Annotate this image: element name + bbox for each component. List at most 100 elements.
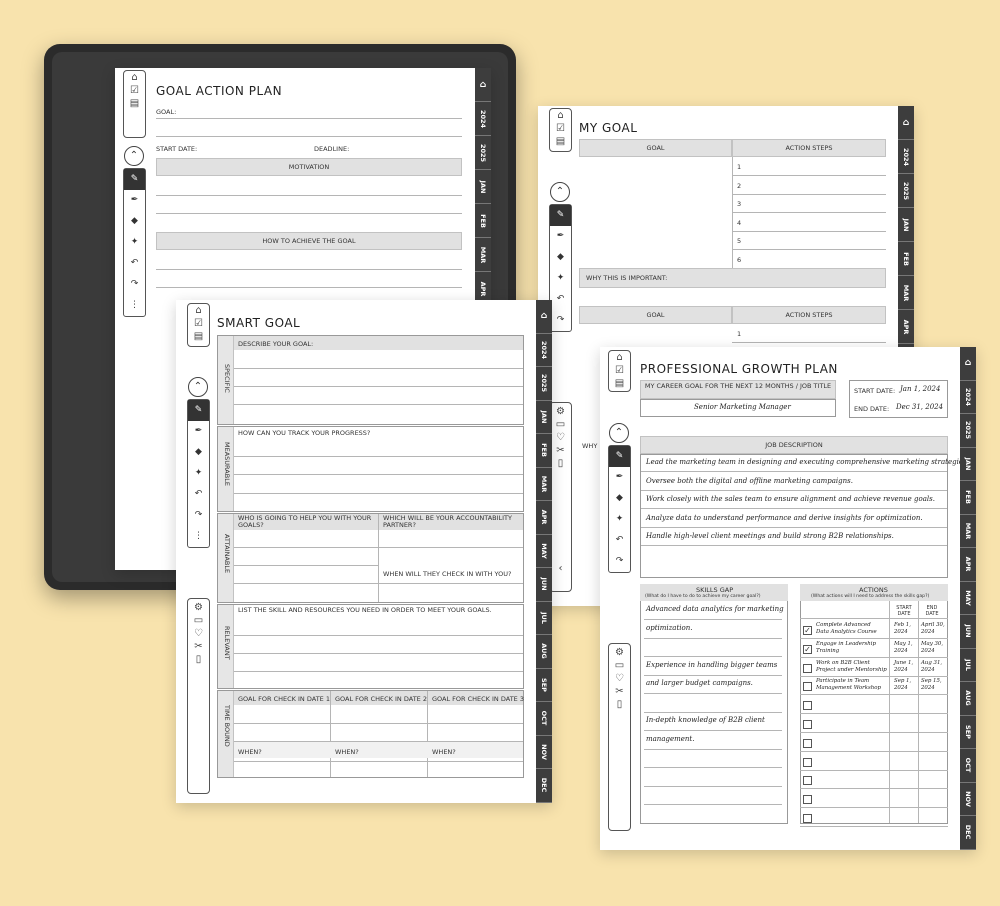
tab-oct[interactable]: OCT — [536, 702, 552, 736]
tab-jan[interactable]: JAN — [536, 401, 552, 434]
clipboard-icon[interactable]: ▤ — [124, 97, 145, 110]
undo-icon[interactable]: ↶ — [609, 530, 630, 551]
checkbox-icon[interactable]: ☑ — [609, 364, 630, 377]
collapse-toolbar-button[interactable]: ⌃ — [188, 377, 208, 397]
action-checkbox[interactable] — [803, 701, 812, 711]
tab-feb[interactable]: FEB — [536, 434, 552, 468]
tab-mar[interactable]: MAR — [960, 515, 976, 548]
more-icon[interactable]: ⋮ — [124, 295, 145, 316]
pen-tool-icon[interactable]: ✎ — [550, 205, 571, 226]
folder-icon[interactable]: ▭ — [550, 418, 571, 431]
marker-tool-icon[interactable]: ✒ — [124, 190, 145, 211]
settings-icon[interactable]: ⚙ — [550, 405, 571, 418]
checkbox-icon[interactable]: ☑ — [188, 317, 209, 330]
tab-feb[interactable]: FEB — [475, 204, 491, 238]
action-checkbox[interactable] — [803, 720, 812, 729]
marker-tool-icon[interactable]: ✒ — [188, 421, 209, 442]
tab-2024[interactable]: 2024 — [475, 102, 491, 136]
collapse-toolbar-button[interactable]: ⌃ — [550, 182, 570, 202]
tab-jun[interactable]: JUN — [960, 615, 976, 649]
action-checkbox[interactable] — [803, 757, 812, 767]
tab-may[interactable]: MAY — [536, 535, 552, 568]
tab-oct[interactable]: OCT — [960, 749, 976, 783]
lasso-tool-icon[interactable]: ✦ — [188, 463, 209, 484]
action-checkbox[interactable] — [803, 738, 812, 748]
action-checkbox[interactable] — [803, 795, 812, 805]
tab-apr[interactable]: APR — [898, 310, 914, 344]
folder-icon[interactable]: ▭ — [188, 614, 209, 627]
checkbox-icon[interactable]: ☑ — [124, 84, 145, 97]
tab-2025[interactable]: 2025 — [960, 414, 976, 448]
tab-2024[interactable]: 2024 — [960, 381, 976, 414]
action-checkbox[interactable] — [803, 814, 812, 823]
redo-icon[interactable]: ↷ — [188, 505, 209, 526]
redo-icon[interactable]: ↷ — [609, 551, 630, 572]
action-checkbox[interactable] — [803, 663, 812, 673]
pen-tool-icon[interactable]: ✎ — [188, 400, 209, 421]
tab-2025[interactable]: 2025 — [475, 136, 491, 170]
heart-icon[interactable]: ♡ — [609, 672, 630, 685]
page-icon[interactable]: ▯ — [550, 457, 571, 470]
tab-may[interactable]: MAY — [960, 582, 976, 615]
action-checkbox[interactable] — [803, 682, 812, 692]
eraser-tool-icon[interactable]: ◆ — [188, 442, 209, 463]
tab-aug[interactable]: AUG — [960, 682, 976, 716]
home-tab[interactable]: ⌂ — [536, 300, 552, 334]
page-icon[interactable]: ▯ — [188, 653, 209, 666]
clipboard-icon[interactable]: ▤ — [609, 377, 630, 390]
undo-icon[interactable]: ↶ — [124, 253, 145, 274]
tab-2025[interactable]: 2025 — [898, 174, 914, 208]
tab-mar[interactable]: MAR — [898, 276, 914, 310]
action-checkbox[interactable]: ✓ — [803, 644, 812, 654]
collapse-toolbar-button[interactable]: ⌃ — [124, 146, 144, 166]
pen-tool-icon[interactable]: ✎ — [124, 169, 145, 190]
home-tab[interactable]: ⌂ — [475, 68, 491, 102]
settings-icon[interactable]: ⚙ — [609, 646, 630, 659]
eraser-tool-icon[interactable]: ◆ — [609, 488, 630, 509]
undo-icon[interactable]: ↶ — [550, 289, 571, 310]
tab-mar[interactable]: MAR — [475, 238, 491, 272]
heart-icon[interactable]: ♡ — [188, 627, 209, 640]
tab-nov[interactable]: NOV — [536, 736, 552, 769]
tab-apr[interactable]: APR — [960, 548, 976, 582]
redo-icon[interactable]: ↷ — [124, 274, 145, 295]
eraser-tool-icon[interactable]: ◆ — [550, 247, 571, 268]
page-icon[interactable]: ▯ — [609, 698, 630, 711]
tab-dec[interactable]: DEC — [960, 816, 976, 850]
tab-2025[interactable]: 2025 — [536, 367, 552, 401]
pen-tool-icon[interactable]: ✎ — [609, 446, 630, 467]
back-icon[interactable]: ‹ — [550, 562, 571, 575]
eraser-tool-icon[interactable]: ◆ — [124, 211, 145, 232]
tab-jul[interactable]: JUL — [536, 602, 552, 635]
home-tab[interactable]: ⌂ — [898, 106, 914, 140]
home-icon[interactable]: ⌂ — [550, 109, 571, 122]
tab-nov[interactable]: NOV — [960, 783, 976, 816]
tab-jun[interactable]: JUN — [536, 568, 552, 602]
lasso-tool-icon[interactable]: ✦ — [550, 268, 571, 289]
tab-jul[interactable]: JUL — [960, 649, 976, 682]
tab-jan[interactable]: JAN — [475, 170, 491, 204]
home-icon[interactable]: ⌂ — [609, 351, 630, 364]
checkbox-icon[interactable]: ☑ — [550, 122, 571, 135]
clipboard-icon[interactable]: ▤ — [188, 330, 209, 343]
lasso-tool-icon[interactable]: ✦ — [609, 509, 630, 530]
tab-sep[interactable]: SEP — [960, 716, 976, 749]
tab-dec[interactable]: DEC — [536, 769, 552, 803]
tab-sep[interactable]: SEP — [536, 669, 552, 702]
home-icon[interactable]: ⌂ — [124, 71, 145, 84]
tab-jan[interactable]: JAN — [898, 208, 914, 242]
more-icon[interactable]: ⋮ — [188, 526, 209, 547]
action-checkbox[interactable]: ✓ — [803, 626, 812, 635]
settings-icon[interactable]: ⚙ — [188, 601, 209, 614]
tab-apr[interactable]: APR — [536, 501, 552, 535]
tag-icon[interactable]: ✂ — [609, 685, 630, 698]
tab-jan[interactable]: JAN — [960, 448, 976, 481]
redo-icon[interactable]: ↷ — [550, 310, 571, 331]
collapse-toolbar-button[interactable]: ⌃ — [609, 423, 629, 443]
undo-icon[interactable]: ↶ — [188, 484, 209, 505]
tab-2024[interactable]: 2024 — [898, 140, 914, 174]
lasso-tool-icon[interactable]: ✦ — [124, 232, 145, 253]
tab-feb[interactable]: FEB — [898, 242, 914, 276]
tab-mar[interactable]: MAR — [536, 468, 552, 501]
tab-feb[interactable]: FEB — [960, 481, 976, 515]
